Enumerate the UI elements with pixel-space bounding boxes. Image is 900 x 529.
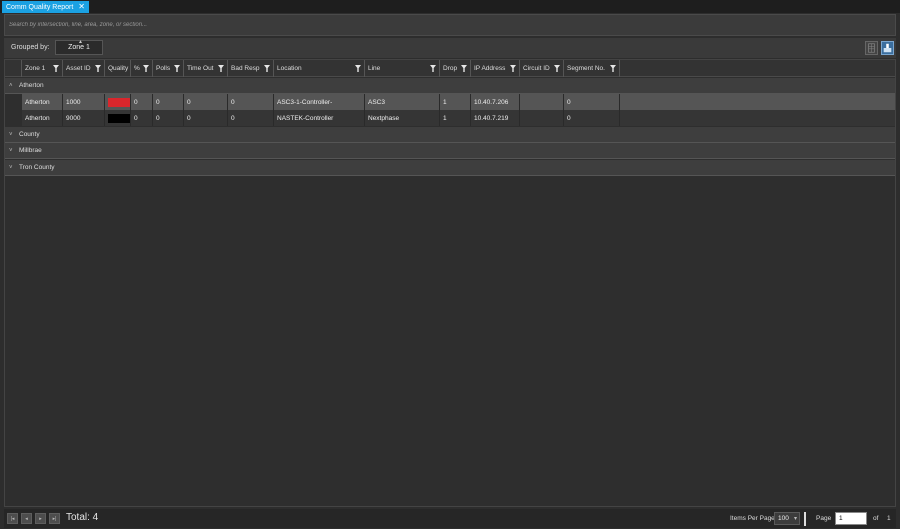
col-header-time-out[interactable]: Time Out xyxy=(184,60,228,77)
col-header-location[interactable]: Location xyxy=(274,60,365,77)
group-by-bar: Grouped by: ▲ Zone 1 xyxy=(4,38,896,58)
tab-title: Comm Quality Report xyxy=(6,3,74,11)
filter-icon[interactable] xyxy=(554,65,560,72)
chevron-down-icon[interactable]: ˅ xyxy=(9,165,19,171)
columns-icon xyxy=(868,43,875,53)
filter-icon[interactable] xyxy=(610,65,616,72)
col-header-quality[interactable]: Quality xyxy=(105,60,131,77)
chevron-down-icon[interactable]: ˅ xyxy=(9,132,19,138)
cell-line: ASC3 xyxy=(365,94,440,110)
group-label: Millbrae xyxy=(19,147,42,154)
header-spacer xyxy=(5,60,22,77)
close-icon[interactable]: ✕ xyxy=(78,3,85,11)
cell-time-out: 0 xyxy=(184,94,228,110)
filter-icon[interactable] xyxy=(53,65,59,72)
cell-quality xyxy=(105,110,131,126)
col-header-segment-no[interactable]: Segment No. xyxy=(564,60,620,77)
page-count: 1 xyxy=(887,515,891,522)
page-label: Page xyxy=(816,515,832,522)
cell-time-out: 0 xyxy=(184,110,228,126)
column-chooser-button[interactable] xyxy=(865,41,878,55)
group-label: Tron County xyxy=(19,164,55,171)
group-row-tron-county[interactable]: ˅ Tron County xyxy=(5,160,895,176)
grid-header: Zone 1 Asset ID Quality % Polls Time Out… xyxy=(5,60,895,77)
filter-icon[interactable] xyxy=(430,65,436,72)
first-page-icon[interactable]: |◂ xyxy=(7,513,18,524)
group-label: Atherton xyxy=(19,82,44,89)
table-row[interactable]: Atherton 1000 0 0 0 0 ASC3-1-Controller-… xyxy=(22,94,895,110)
chevron-down-icon[interactable]: ˅ xyxy=(9,148,19,154)
cell-segment-no: 0 xyxy=(564,94,620,110)
col-header-circuit-id[interactable]: Circuit ID xyxy=(520,60,564,77)
col-header-zone[interactable]: Zone 1 xyxy=(22,60,63,77)
cell-zone: Atherton xyxy=(22,94,63,110)
cell-asset-id: 9000 xyxy=(63,110,105,126)
cell-percent: 0 xyxy=(131,94,153,110)
col-header-percent[interactable]: % xyxy=(131,60,153,77)
cell-bad-resp: 0 xyxy=(228,110,274,126)
total-count: Total: 4 xyxy=(66,512,99,523)
filter-icon[interactable] xyxy=(143,65,149,72)
group-row-county[interactable]: ˅ County xyxy=(5,127,895,143)
col-header-line[interactable]: Line xyxy=(365,60,440,77)
cell-polls: 0 xyxy=(153,110,184,126)
col-header-asset-id[interactable]: Asset ID xyxy=(63,60,105,77)
quality-swatch xyxy=(108,113,130,123)
pager-footer: |◂ ◂ ▸ ▸| Total: 4 Items Per Page 100 ▾ … xyxy=(4,509,896,528)
last-page-icon[interactable]: ▸| xyxy=(49,513,60,524)
cell-ip-address: 10.40.7.206 xyxy=(471,94,520,110)
filter-icon[interactable] xyxy=(174,65,180,72)
cell-ip-address: 10.40.7.219 xyxy=(471,110,520,126)
cell-percent: 0 xyxy=(131,110,153,126)
col-header-ip-address[interactable]: IP Address xyxy=(471,60,520,77)
col-header-drop[interactable]: Drop xyxy=(440,60,471,77)
page-input[interactable] xyxy=(835,512,867,525)
cell-circuit-id xyxy=(520,110,564,126)
cell-line: Nextphase xyxy=(365,110,440,126)
group-row-millbrae[interactable]: ˅ Millbrae xyxy=(5,143,895,159)
cell-drop: 1 xyxy=(440,110,471,126)
cell-asset-id: 1000 xyxy=(63,94,105,110)
filter-icon[interactable] xyxy=(218,65,224,72)
chevron-up-icon[interactable]: ˄ xyxy=(9,83,19,89)
quality-swatch xyxy=(108,97,130,107)
group-label: County xyxy=(19,131,40,138)
sort-asc-icon: ▲ xyxy=(78,39,83,45)
of-label: of xyxy=(873,515,879,522)
filter-icon[interactable] xyxy=(355,65,361,72)
export-button[interactable] xyxy=(881,41,894,55)
prev-page-icon[interactable]: ◂ xyxy=(21,513,32,524)
cell-zone: Atherton xyxy=(22,110,63,126)
group-row-atherton[interactable]: ˄ Atherton xyxy=(5,78,895,94)
tab-bar: Comm Quality Report ✕ xyxy=(0,0,900,13)
cell-bad-resp: 0 xyxy=(228,94,274,110)
divider xyxy=(804,512,806,526)
tab-comm-quality-report[interactable]: Comm Quality Report ✕ xyxy=(2,1,89,13)
filter-icon[interactable] xyxy=(95,65,101,72)
search-bar xyxy=(4,14,896,36)
filter-icon[interactable] xyxy=(510,65,516,72)
cell-location: NASTEK-Controller xyxy=(274,110,365,126)
group-chip-zone[interactable]: ▲ Zone 1 xyxy=(55,39,103,55)
items-per-page-select[interactable]: 100 ▾ xyxy=(774,512,800,525)
report-grid: Zone 1 Asset ID Quality % Polls Time Out… xyxy=(4,59,896,507)
cell-location: ASC3-1-Controller- xyxy=(274,94,365,110)
chevron-down-icon: ▾ xyxy=(793,516,797,522)
next-page-icon[interactable]: ▸ xyxy=(35,513,46,524)
table-row[interactable]: Atherton 9000 0 0 0 0 NASTEK-Controller … xyxy=(22,110,895,126)
grouped-by-label: Grouped by: xyxy=(11,44,50,51)
cell-circuit-id xyxy=(520,94,564,110)
filter-icon[interactable] xyxy=(461,65,467,72)
export-icon xyxy=(883,43,892,53)
filter-icon[interactable] xyxy=(264,65,270,72)
cell-drop: 1 xyxy=(440,94,471,110)
search-input[interactable] xyxy=(5,15,895,35)
cell-polls: 0 xyxy=(153,94,184,110)
col-header-bad-resp[interactable]: Bad Resp xyxy=(228,60,274,77)
items-per-page-label: Items Per Page xyxy=(730,515,775,522)
cell-quality xyxy=(105,94,131,110)
group-chip-label: Zone 1 xyxy=(68,44,90,51)
col-header-polls[interactable]: Polls xyxy=(153,60,184,77)
cell-segment-no: 0 xyxy=(564,110,620,126)
